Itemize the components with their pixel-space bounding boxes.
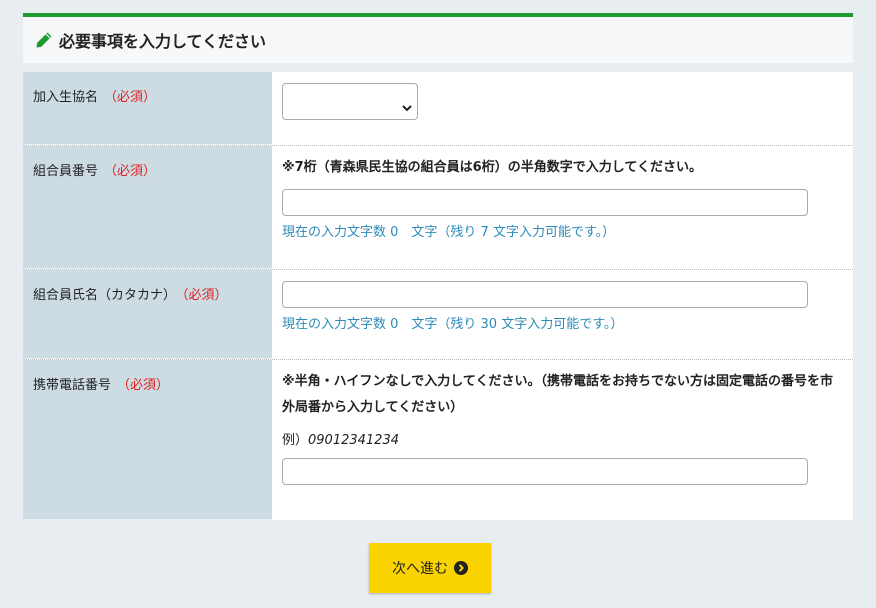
coop-select[interactable] xyxy=(282,83,418,120)
member-name-input[interactable] xyxy=(282,281,808,308)
required-mark: （必須） xyxy=(104,164,157,179)
field-member-no: ※7桁（青森県民生協の組合員は6桁）の半角数字で入力してください。 現在の入力文… xyxy=(272,146,853,269)
example-value: 09012341234 xyxy=(308,433,399,448)
mobile-example: 例）09012341234 xyxy=(282,429,843,448)
label-member-name: 組合員氏名（カタカナ） （必須） xyxy=(23,270,272,359)
next-button[interactable]: 次へ進む xyxy=(369,543,491,593)
required-mark: （必須） xyxy=(104,90,157,105)
field-coop xyxy=(272,72,853,145)
chevron-down-icon xyxy=(402,97,412,116)
row-mobile: 携帯電話番号 （必須） ※半角・ハイフンなしで入力してください。（携帯電話をお持ち… xyxy=(23,360,853,520)
member-no-note: ※7桁（青森県民生協の組合員は6桁）の半角数字で入力してください。 xyxy=(282,160,702,175)
label-mobile: 携帯電話番号 （必須） xyxy=(23,360,272,520)
row-member-no: 組合員番号 （必須） ※7桁（青森県民生協の組合員は6桁）の半角数字で入力してくだ… xyxy=(23,146,853,270)
pencil-icon xyxy=(35,31,53,49)
mobile-input[interactable] xyxy=(282,458,808,485)
example-prefix: 例） xyxy=(282,433,309,448)
label-text: 組合員番号 xyxy=(33,164,99,179)
member-no-counter: 現在の入力文字数 0 文字（残り 7 文字入力可能です。） xyxy=(282,225,616,240)
required-mark: （必須） xyxy=(182,288,228,303)
chevron-circle-right-icon xyxy=(454,561,468,575)
member-no-input[interactable] xyxy=(282,189,808,216)
field-mobile: ※半角・ハイフンなしで入力してください。（携帯電話をお持ちでない方は固定電話の番… xyxy=(272,360,853,520)
label-text: 加入生協名 xyxy=(33,90,99,105)
row-member-name: 組合員氏名（カタカナ） （必須） 現在の入力文字数 0 文字（残り 30 文字入力… xyxy=(23,270,853,360)
row-coop: 加入生協名 （必須） xyxy=(23,72,853,146)
form-title: 必要事項を入力してください xyxy=(59,32,267,51)
label-member-no: 組合員番号 （必須） xyxy=(23,146,272,269)
member-name-counter: 現在の入力文字数 0 文字（残り 30 文字入力可能です。） xyxy=(282,317,624,332)
next-button-label: 次へ進む xyxy=(392,561,448,577)
label-coop: 加入生協名 （必須） xyxy=(23,72,272,145)
form-header: 必要事項を入力してください xyxy=(23,13,853,63)
label-text: 携帯電話番号 xyxy=(33,378,112,393)
label-text: 組合員氏名（カタカナ） xyxy=(33,288,177,303)
form-table: 加入生協名 （必須） 組合員番号 （必須） ※7桁（青森県民生協の組合員は6桁）の半… xyxy=(23,72,853,520)
field-member-name: 現在の入力文字数 0 文字（残り 30 文字入力可能です。） xyxy=(272,270,853,359)
required-mark: （必須） xyxy=(117,378,170,393)
mobile-note: ※半角・ハイフンなしで入力してください。（携帯電話をお持ちでない方は固定電話の番… xyxy=(282,374,833,415)
